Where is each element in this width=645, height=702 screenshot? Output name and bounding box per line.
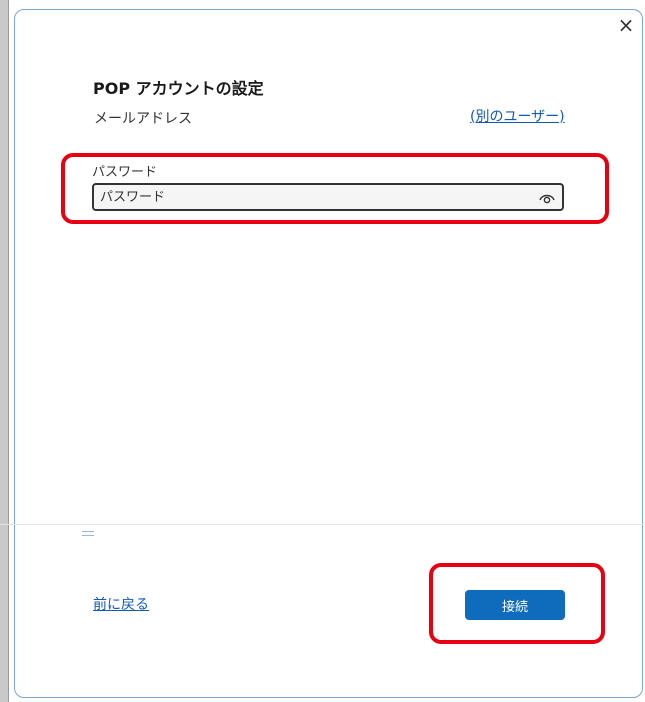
- divider: [0, 524, 645, 525]
- background-window-edge: [0, 0, 9, 702]
- password-input[interactable]: [100, 187, 520, 207]
- other-user-link[interactable]: (別のユーザー): [470, 106, 565, 126]
- dialog-title: POP アカウントの設定: [93, 79, 264, 98]
- password-field[interactable]: [92, 183, 564, 211]
- connect-button[interactable]: 接続: [465, 590, 565, 620]
- back-link[interactable]: 前に戻る: [93, 594, 149, 614]
- close-icon[interactable]: ×: [617, 15, 635, 35]
- scroll-indicator: [82, 531, 94, 536]
- email-address-label: メールアドレス: [94, 111, 192, 127]
- password-label: パスワード: [92, 165, 158, 180]
- eye-icon[interactable]: [538, 189, 556, 205]
